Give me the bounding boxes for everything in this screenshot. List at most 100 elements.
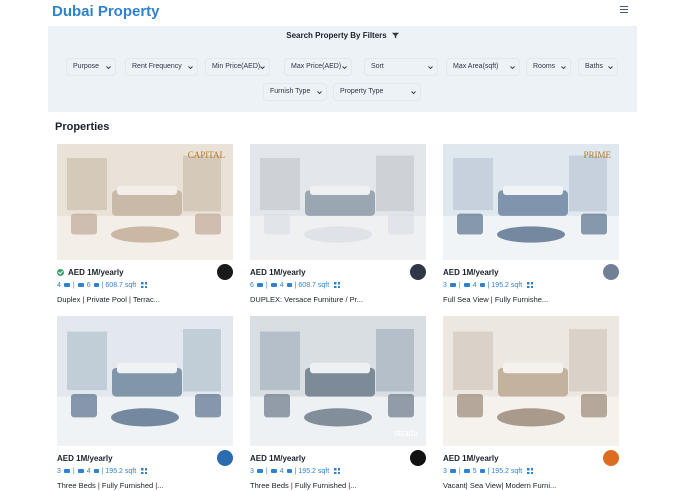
area-value: 195.2 sqft	[105, 468, 137, 475]
agency-avatar[interactable]	[217, 264, 233, 280]
chevron-down-icon	[260, 66, 265, 70]
filter-panel: Search Property By Filters Purpose Rent F…	[48, 26, 637, 112]
filter-select[interactable]: Min Price(AED)	[205, 58, 270, 76]
property-photo[interactable]: CAPITAL	[57, 144, 233, 260]
filter-select[interactable]: Purpose	[66, 58, 116, 76]
rooms-count: 4	[57, 282, 61, 289]
filter-select[interactable]: Sort	[364, 58, 438, 76]
chevron-down-icon	[317, 91, 322, 95]
filter-select-label: Max Area(sqft)	[453, 63, 499, 70]
chevron-down-icon	[106, 66, 111, 70]
filter-select-label: Rent Frequency	[132, 63, 182, 70]
property-photo[interactable]	[250, 144, 426, 260]
property-price: AED 1M/yearly	[443, 454, 499, 463]
bath-icon	[270, 469, 277, 473]
rooms-count: 3	[443, 468, 447, 475]
filter-select[interactable]: Max Price(AED)	[284, 58, 352, 76]
chevron-down-icon	[428, 66, 433, 70]
filter-icon	[391, 32, 399, 39]
grid-icon	[141, 468, 148, 474]
hamburger-menu-icon[interactable]	[620, 6, 628, 14]
bed-icon	[449, 469, 456, 473]
property-title[interactable]: Duplex | Private Pool | Terrac...	[57, 295, 160, 304]
agency-avatar[interactable]	[217, 450, 233, 466]
filter-select[interactable]: Max Area(sqft)	[446, 58, 520, 76]
rooms-count: 3	[57, 468, 61, 475]
area-icon	[286, 283, 292, 287]
agency-avatar[interactable]	[410, 264, 426, 280]
area-value: 195.2 sqft	[298, 468, 330, 475]
filter-panel-title[interactable]: Search Property By Filters	[48, 31, 637, 40]
filter-select[interactable]: Furnish Type	[263, 83, 327, 101]
filter-select[interactable]: Rent Frequency	[125, 58, 198, 76]
property-title[interactable]: Full Sea View | Fully Furnishe...	[443, 295, 548, 304]
property-photo[interactable]: PRIME	[443, 144, 619, 260]
property-stats: 6 | 4 | 608.7 sqft	[250, 282, 341, 289]
property-photo[interactable]: strada	[250, 316, 426, 446]
baths-count: 4	[86, 468, 91, 475]
property-title[interactable]: Three Beds | Fully Furnished |...	[250, 481, 356, 490]
bath-icon	[77, 283, 84, 287]
bed-icon	[63, 283, 70, 287]
bath-icon	[77, 469, 84, 473]
section-title: Properties	[55, 121, 110, 133]
area-value: 195.2 sqft	[491, 282, 523, 289]
area-icon	[286, 469, 292, 473]
property-card[interactable]: CAPITAL AED 1M/yearly 4 | 6 | 608.7 sqft Du…	[57, 144, 233, 315]
chevron-down-icon	[608, 66, 613, 70]
filter-select-label: Furnish Type	[270, 88, 311, 95]
property-stats: 3 | 4 | 195.2 sqft	[250, 468, 341, 475]
area-value: 608.7 sqft	[105, 282, 137, 289]
bed-icon	[449, 283, 456, 287]
property-price-row: AED 1M/yearly	[57, 454, 113, 463]
rooms-count: 6	[250, 282, 254, 289]
property-price-row: AED 1M/yearly	[250, 454, 306, 463]
property-photo[interactable]	[57, 316, 233, 446]
chevron-down-icon	[411, 91, 416, 95]
photo-watermark-logo: PRIME	[583, 150, 611, 160]
bath-icon	[270, 283, 277, 287]
property-price: AED 1M/yearly	[68, 268, 124, 277]
chevron-down-icon	[188, 66, 193, 70]
area-icon	[93, 283, 99, 287]
property-price: AED 1M/yearly	[250, 454, 306, 463]
baths-count: 4	[279, 282, 284, 289]
bath-icon	[463, 469, 470, 473]
agency-avatar[interactable]	[410, 450, 426, 466]
filter-select[interactable]: Baths	[578, 58, 618, 76]
photo-watermark-logo: strada	[394, 428, 418, 439]
verified-check-icon	[57, 269, 64, 276]
baths-count: 4	[472, 282, 477, 289]
agency-avatar[interactable]	[603, 264, 619, 280]
bath-icon	[463, 283, 470, 287]
property-title[interactable]: Three Beds | Fully Furnished |...	[57, 481, 163, 490]
filter-select[interactable]: Property Type	[333, 83, 421, 101]
chevron-down-icon	[342, 66, 347, 70]
baths-count: 6	[86, 282, 91, 289]
property-card[interactable]: AED 1M/yearly 6 | 4 | 608.7 sqft DUPLEX: Ve…	[250, 144, 426, 315]
property-photo[interactable]	[443, 316, 619, 446]
property-card[interactable]: AED 1M/yearly 3 | 5 | 195.2 sqft Vacant| Se…	[443, 316, 619, 491]
bed-icon	[256, 469, 263, 473]
property-price-row: AED 1M/yearly	[443, 454, 499, 463]
filter-select-label: Max Price(AED)	[291, 63, 342, 70]
property-title[interactable]: Vacant| Sea View| Modern Furni...	[443, 481, 556, 490]
filter-select-label: Property Type	[340, 88, 384, 95]
grid-icon	[141, 282, 148, 288]
property-stats: 3 | 5 | 195.2 sqft	[443, 468, 534, 475]
property-card[interactable]: strada AED 1M/yearly 3 | 4 | 195.2 sqft Thr…	[250, 316, 426, 491]
filter-select[interactable]: Rooms	[526, 58, 571, 76]
agency-avatar[interactable]	[603, 450, 619, 466]
property-stats: 3 | 4 | 195.2 sqft	[443, 282, 534, 289]
property-price-row: AED 1M/yearly	[443, 268, 499, 277]
property-title[interactable]: DUPLEX: Versace Furniture / Pr...	[250, 295, 363, 304]
property-card[interactable]: PRIME AED 1M/yearly 3 | 4 | 195.2 sqft Full…	[443, 144, 619, 315]
navbar: Dubai Property	[0, 0, 677, 26]
grid-icon	[334, 282, 341, 288]
chevron-down-icon	[510, 66, 515, 70]
property-price: AED 1M/yearly	[57, 454, 113, 463]
filter-select-label: Purpose	[73, 63, 100, 70]
bed-icon	[63, 469, 70, 473]
property-card[interactable]: AED 1M/yearly 3 | 4 | 195.2 sqft Three Beds…	[57, 316, 233, 491]
brand-logo[interactable]: Dubai Property	[52, 3, 160, 20]
